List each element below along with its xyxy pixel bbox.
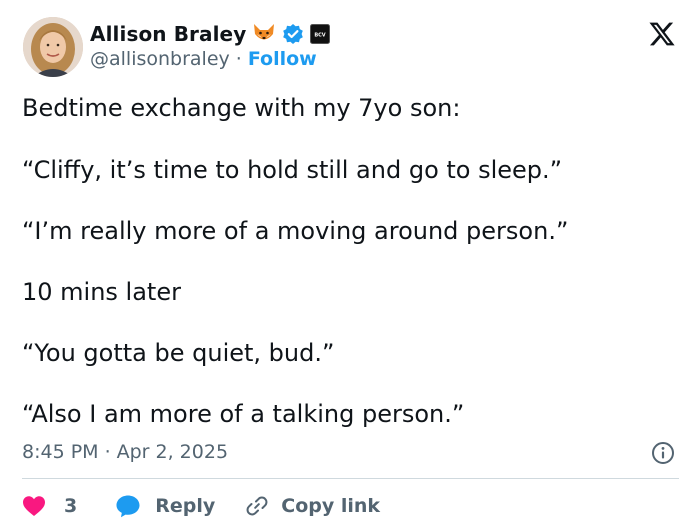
tweet-line: “I’m really more of a moving around pers… <box>22 217 569 245</box>
fox-face-icon <box>252 23 276 45</box>
action-bar: 3 Reply Copy link <box>22 491 380 521</box>
user-handle[interactable]: @allisonbraley <box>90 48 230 70</box>
tweet-line: “Also I am more of a talking person.” <box>22 400 465 428</box>
heart-icon <box>23 496 45 516</box>
reply-button[interactable]: Reply <box>115 494 245 518</box>
reply-bubble-icon <box>116 495 140 518</box>
affiliate-badge-text: BCV <box>315 33 326 39</box>
tweet-time[interactable]: 8:45 PM <box>22 441 99 463</box>
affiliate-badge[interactable]: BCV <box>310 24 331 44</box>
tweet-card: Allison Braley BCV @allisonbraley · Foll… <box>0 0 700 532</box>
like-button[interactable]: 3 <box>22 495 115 517</box>
tweet-line: Bedtime exchange with my 7yo son: <box>22 94 461 122</box>
avatar[interactable] <box>23 17 83 77</box>
x-logo-icon[interactable] <box>648 20 676 48</box>
name-row: Allison Braley BCV <box>90 21 331 47</box>
verified-check-icon[interactable] <box>282 23 304 45</box>
tweet-line: “Cliffy, it’s time to hold still and go … <box>22 156 563 184</box>
reply-label: Reply <box>155 495 216 517</box>
display-name[interactable]: Allison Braley <box>90 22 246 46</box>
tweet-date[interactable]: Apr 2, 2025 <box>117 441 228 463</box>
tweet-line: “You gotta be quiet, bud.” <box>22 339 335 367</box>
info-icon[interactable] <box>651 441 675 465</box>
handle-separator: · <box>235 48 242 70</box>
like-count: 3 <box>64 495 78 517</box>
avatar-image <box>23 17 83 77</box>
timestamp-separator: · <box>104 441 111 463</box>
tweet-line: 10 mins later <box>22 278 181 306</box>
copy-link-label: Copy link <box>281 495 381 517</box>
handle-row: @allisonbraley · Follow <box>90 48 317 70</box>
divider <box>22 478 679 479</box>
follow-button[interactable]: Follow <box>248 48 317 70</box>
link-icon <box>246 496 268 516</box>
copy-link-button[interactable]: Copy link <box>245 494 380 518</box>
timestamp[interactable]: 8:45 PM · Apr 2, 2025 <box>22 441 228 463</box>
